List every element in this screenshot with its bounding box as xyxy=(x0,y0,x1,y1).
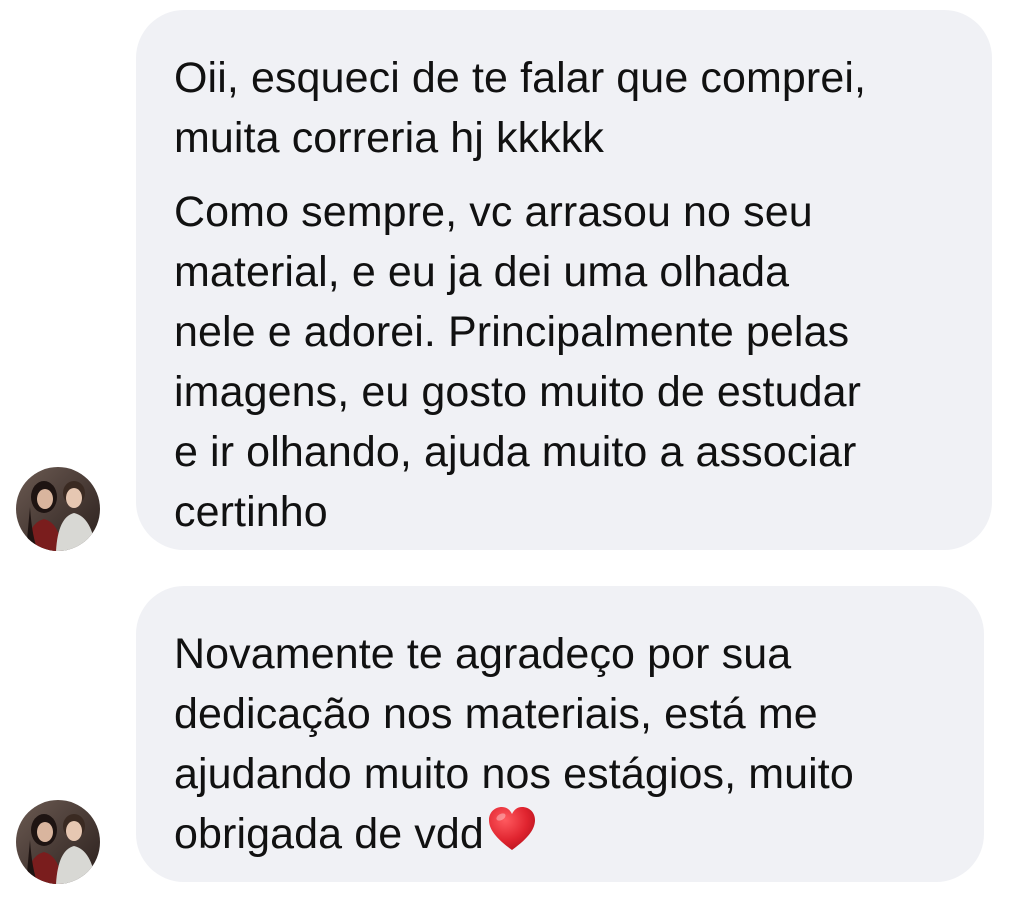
message-line-text: obrigada de vdd xyxy=(174,810,484,858)
message-paragraph: Novamente te agradeço por sua dedicação … xyxy=(174,624,944,864)
message-paragraph: Como sempre, vc arrasou no seu material,… xyxy=(174,182,952,542)
message-line: nele e adorei. Principalmente pelas xyxy=(174,308,850,356)
message-bubble[interactable]: Oii, esqueci de te falar que comprei, mu… xyxy=(136,10,992,550)
avatar-photo-icon xyxy=(16,467,100,551)
message-bubble[interactable]: Novamente te agradeço por sua dedicação … xyxy=(136,586,984,882)
message-line: dedicação nos materiais, está me xyxy=(174,690,818,738)
message-line-with-emoji: obrigada de vdd xyxy=(174,804,944,864)
avatar-photo-icon xyxy=(16,800,100,884)
profile-photo-avatar[interactable] xyxy=(16,800,100,884)
message-line: Novamente te agradeço por sua xyxy=(174,630,792,678)
message-line: imagens, eu gosto muito de estudar xyxy=(174,368,862,416)
message-line: certinho xyxy=(174,488,328,536)
message-line: Como sempre, vc arrasou no seu xyxy=(174,188,813,236)
message-line: material, e eu ja dei uma olhada xyxy=(174,248,790,296)
heart-emoji-icon xyxy=(486,804,538,856)
message-line: ajudando muito nos estágios, muito xyxy=(174,750,854,798)
message-paragraph: Oii, esqueci de te falar que comprei, mu… xyxy=(174,48,952,168)
message-line: e ir olhando, ajuda muito a associar xyxy=(174,428,857,476)
profile-photo-avatar[interactable] xyxy=(16,467,100,551)
message-line: Oii, esqueci de te falar que comprei, xyxy=(174,54,867,102)
message-line: muita correria hj kkkkk xyxy=(174,114,605,162)
